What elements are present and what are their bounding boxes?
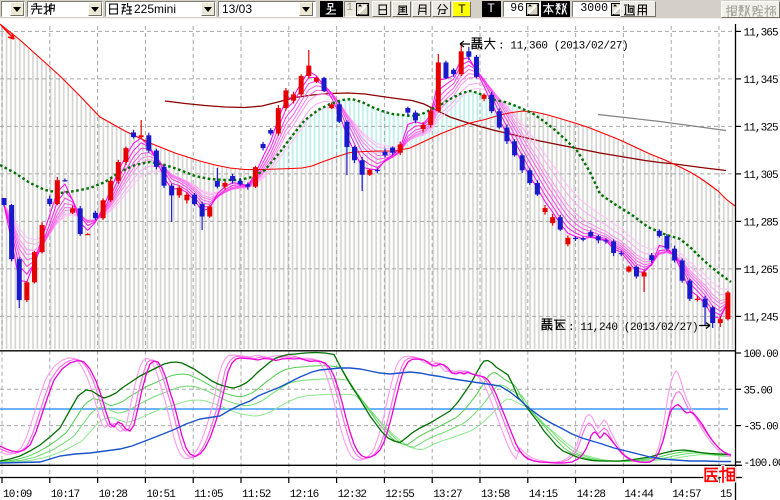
svg-text:: 11,240 (2013/02/27): : 11,240 (2013/02/27) (568, 322, 698, 334)
svg-text:-100.00: -100.00 (744, 458, 780, 470)
svg-text:11,345: 11,345 (744, 75, 779, 87)
svg-text:14:28: 14:28 (577, 489, 606, 500)
svg-text:12:16: 12:16 (290, 489, 319, 500)
svg-text:11,265: 11,265 (744, 265, 779, 277)
svg-text:11,365: 11,365 (744, 27, 779, 39)
svg-text:11,285: 11,285 (744, 217, 779, 229)
svg-text:13:58: 13:58 (481, 489, 510, 500)
svg-text:12:32: 12:32 (338, 489, 367, 500)
svg-text:12:55: 12:55 (385, 489, 414, 500)
svg-text:11:05: 11:05 (194, 489, 223, 500)
svg-text:11,325: 11,325 (744, 122, 779, 134)
svg-text:14:15: 14:15 (529, 489, 558, 500)
svg-text:35.00: 35.00 (744, 385, 773, 397)
svg-text:10:09: 10:09 (3, 489, 32, 500)
svg-text:10:51: 10:51 (146, 489, 176, 500)
svg-text:10:28: 10:28 (99, 489, 128, 500)
svg-text:-35.00: -35.00 (744, 422, 779, 434)
svg-text:13:27: 13:27 (433, 489, 462, 500)
svg-text:11,305: 11,305 (744, 170, 779, 182)
svg-text:11:52: 11:52 (242, 489, 271, 500)
svg-text:14:57: 14:57 (672, 489, 701, 500)
svg-text:100.00: 100.00 (744, 349, 779, 361)
svg-text:14:44: 14:44 (624, 489, 654, 500)
svg-text:10:17: 10:17 (51, 489, 80, 500)
svg-text:15: 15 (720, 489, 732, 500)
svg-text:11,245: 11,245 (744, 312, 779, 324)
svg-text:: 11,360 (2013/02/27): : 11,360 (2013/02/27) (498, 41, 628, 53)
